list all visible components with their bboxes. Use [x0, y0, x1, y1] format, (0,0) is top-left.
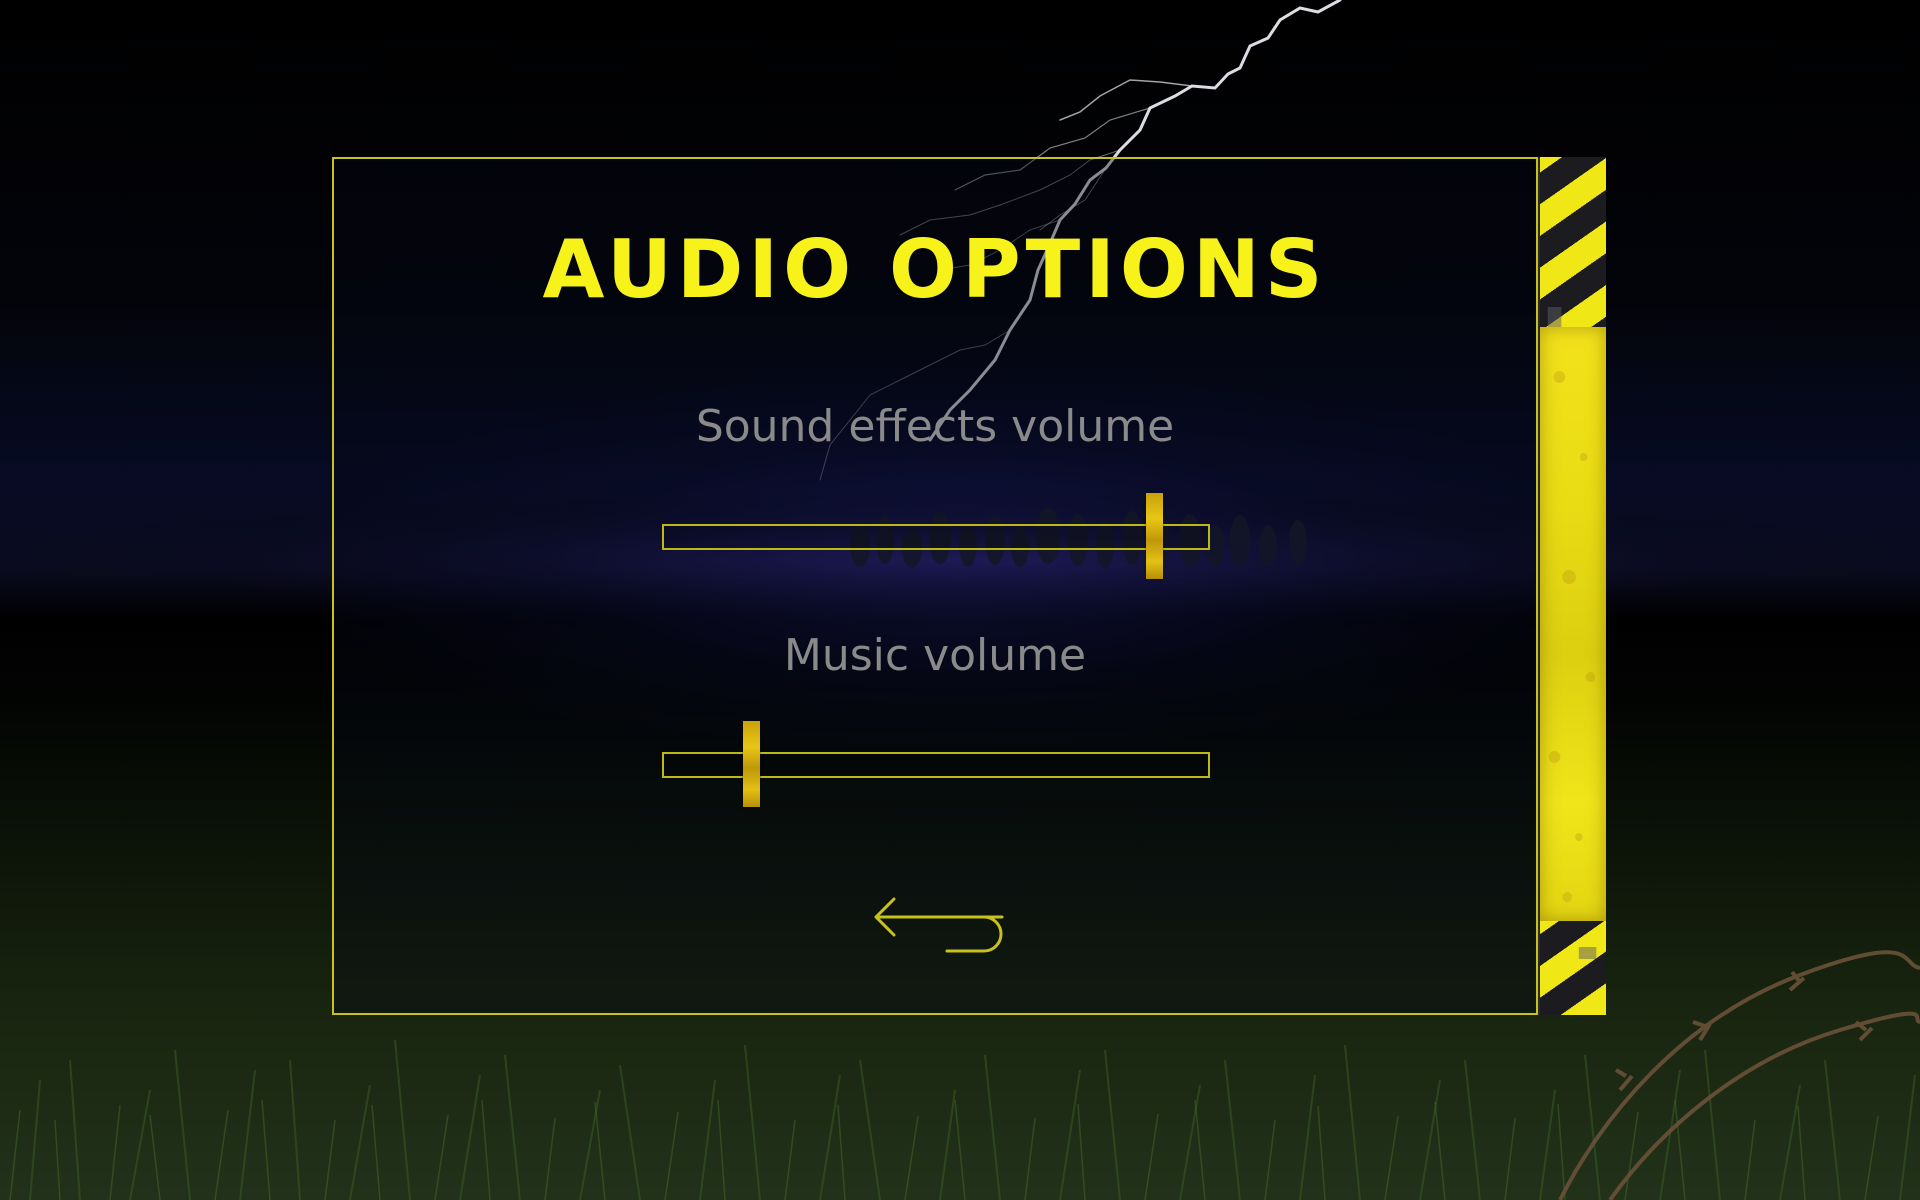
- hazard-stripe-bar: [1538, 157, 1606, 1015]
- music-volume-slider-thumb[interactable]: [743, 721, 761, 807]
- game-background: AUDIO OPTIONS Sound effects volume Music…: [0, 0, 1920, 1200]
- sound-effects-volume-slider[interactable]: [662, 493, 1210, 579]
- screen-title: AUDIO OPTIONS: [542, 223, 1328, 316]
- sound-effects-volume-slider-thumb[interactable]: [1145, 493, 1163, 579]
- barbed-wire: [1558, 950, 1920, 1200]
- return-arrow-icon: [874, 897, 1004, 953]
- back-button[interactable]: [872, 895, 1012, 955]
- grass-texture: [29, 1039, 1916, 1200]
- music-volume-slider[interactable]: [662, 721, 1210, 807]
- sound-effects-volume-label: Sound effects volume: [695, 401, 1175, 452]
- music-volume-label: Music volume: [783, 630, 1087, 681]
